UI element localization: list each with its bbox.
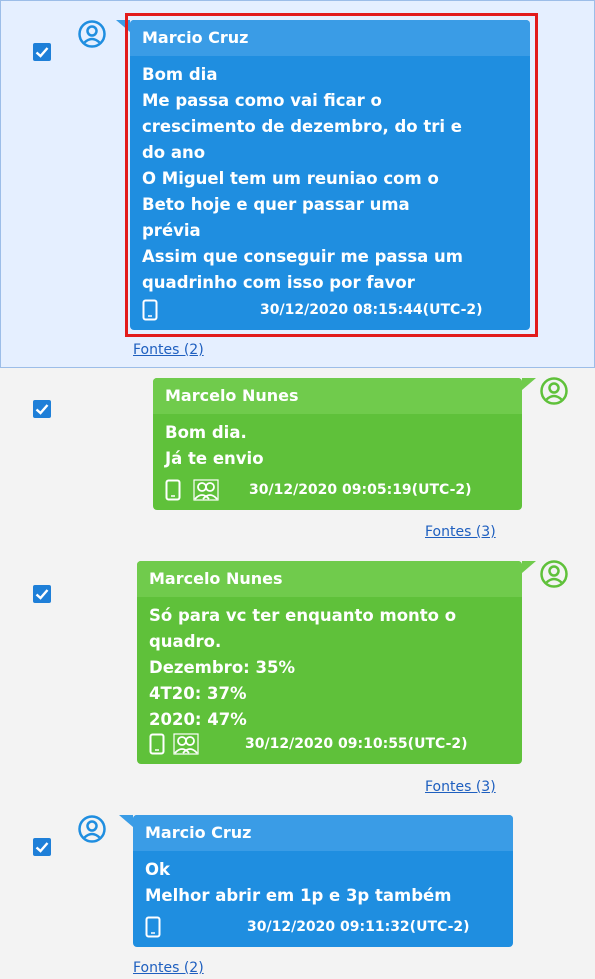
message-checkbox[interactable] [33,43,51,61]
user-avatar-icon [540,560,568,588]
message-checkbox[interactable] [33,585,51,603]
message-text: Ok Melhor abrir em 1p e 3p também [145,860,452,905]
message-text: Bom dia. Já te envio [165,423,264,468]
selection-highlight [125,13,538,337]
message-bubble[interactable]: Marcelo Nunes Bom dia. Já te envio 30/12… [153,378,522,510]
phone-icon [165,479,181,501]
message-text: Só para vc ter enquanto monto o quadro. … [149,606,457,729]
timestamp: 30/12/2020 09:10:55(UTC-2) [245,736,468,752]
checkmark-icon [35,842,49,853]
checkmark-icon [35,47,49,58]
bubble-tail [522,561,536,573]
message-bubble[interactable]: Marcelo Nunes Só para vc ter enquanto mo… [137,561,522,764]
checkmark-icon [35,589,49,600]
timestamp: 30/12/2020 09:11:32(UTC-2) [247,919,470,935]
user-avatar-icon [78,20,106,48]
user-avatar-icon [78,815,106,843]
user-avatar-icon [540,377,568,405]
sources-link[interactable]: Fontes (2) [133,342,204,358]
checkmark-icon [35,404,49,415]
sources-link[interactable]: Fontes (3) [425,779,496,795]
group-icon [173,733,199,755]
bubble-tail [522,378,536,390]
message-bubble[interactable]: Marcio Cruz Ok Melhor abrir em 1p e 3p t… [133,815,513,947]
phone-icon [145,916,161,938]
sender-name: Marcelo Nunes [153,378,522,414]
sources-link[interactable]: Fontes (2) [133,960,204,976]
group-icon [193,479,219,501]
timestamp: 30/12/2020 09:05:19(UTC-2) [249,482,472,498]
message-checkbox[interactable] [33,400,51,418]
bubble-tail [119,815,133,827]
sender-name: Marcelo Nunes [137,561,522,597]
message-checkbox[interactable] [33,838,51,856]
phone-icon [149,733,165,755]
sender-name: Marcio Cruz [133,815,513,851]
sources-link[interactable]: Fontes (3) [425,524,496,540]
